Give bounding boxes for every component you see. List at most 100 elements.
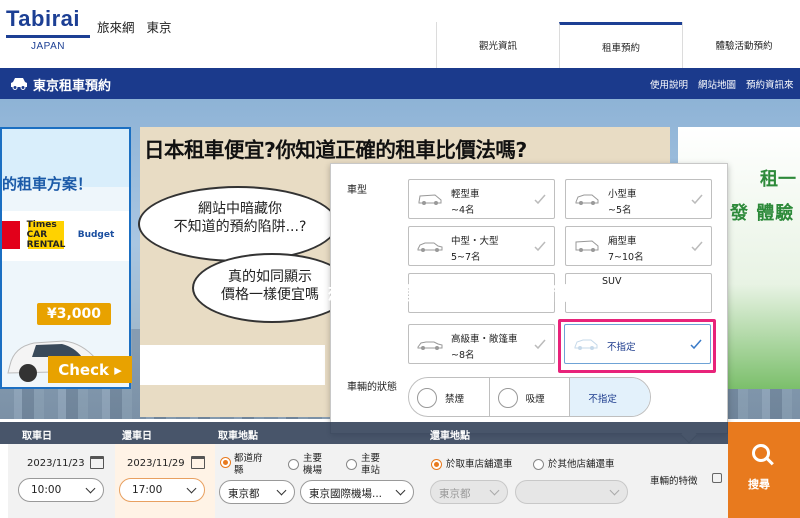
kei-car-icon bbox=[418, 194, 442, 205]
brand-logo-red bbox=[2, 221, 20, 249]
car-option-kei[interactable]: 輕型車 ~4名 bbox=[408, 179, 555, 219]
bubble1-line2: 不知道的預約陷阱...? bbox=[173, 219, 307, 235]
logo-text: Tabirai bbox=[6, 6, 81, 31]
return-location-select[interactable] bbox=[515, 480, 628, 504]
chevron-down-icon bbox=[609, 485, 620, 496]
state-label: 吸煙 bbox=[525, 394, 545, 405]
calendar-icon[interactable] bbox=[191, 456, 205, 469]
recommendation-highlight bbox=[558, 319, 716, 373]
bubble2-line2: 價格一樣便宜嗎 bbox=[221, 287, 319, 303]
calendar-icon[interactable] bbox=[90, 456, 104, 469]
pickup-place-label: 取車地點 bbox=[218, 431, 258, 442]
link-reservation-info[interactable]: 預約資訊來 bbox=[746, 80, 794, 91]
search-button[interactable]: 搜尋 bbox=[728, 422, 800, 518]
prefecture-value: 東京都 bbox=[228, 488, 260, 500]
car-option-capacity: ~5名 bbox=[608, 205, 632, 216]
radio-same-store-return[interactable] bbox=[431, 459, 442, 470]
features-icon bbox=[712, 473, 722, 483]
vehicle-state-label: 車輛的狀態 bbox=[347, 382, 397, 393]
main-nav: 觀光資訊 租車預約 體驗活動預約 bbox=[436, 22, 800, 68]
car-icon bbox=[11, 78, 27, 90]
state-label: 禁煙 bbox=[445, 394, 465, 405]
car-option-name: 中型・大型 bbox=[451, 236, 499, 247]
smoking-icon bbox=[497, 388, 518, 408]
return-prefecture-value: 東京都 bbox=[439, 488, 471, 500]
car-option-midsize[interactable]: 中型・大型 5~7名 bbox=[408, 226, 555, 266]
van-icon bbox=[575, 240, 599, 252]
nav-sightseeing[interactable]: 觀光資訊 bbox=[436, 22, 559, 68]
left-ad-brands: Times CAR RENTAL Budget bbox=[2, 211, 129, 261]
state-smoking[interactable]: 吸煙 bbox=[490, 378, 571, 416]
left-promo-ad[interactable]: 的租車方案！ Times CAR RENTAL Budget ¥3,000 Ch… bbox=[0, 127, 132, 389]
pickup-time-value: 10:00 bbox=[31, 484, 62, 496]
check-icon bbox=[534, 339, 546, 350]
car-option-capacity: ~4名 bbox=[451, 205, 475, 216]
recommendation-text: 想找最便宜方案，建議選「不指定」車型 bbox=[328, 280, 652, 306]
radio-station[interactable] bbox=[346, 459, 357, 470]
region-label: 東京 bbox=[146, 20, 172, 35]
section-bar: 東京租車預約 使用說明 網站地圖 預約資訊來 bbox=[0, 68, 800, 99]
chevron-down-icon bbox=[489, 485, 500, 496]
radio-prefecture[interactable] bbox=[220, 457, 231, 468]
luxury-car-icon bbox=[417, 341, 443, 350]
check-icon bbox=[534, 241, 546, 252]
speech-bubble-text: 真的如同顯示 價格一樣便宜嗎 bbox=[200, 268, 340, 304]
car-option-compact[interactable]: 小型車 ~5名 bbox=[565, 179, 712, 219]
check-button[interactable]: Check ▸ bbox=[48, 356, 132, 383]
page-title[interactable]: 東京租車預約 bbox=[33, 75, 111, 94]
radio-prefecture-label: 都道府縣 bbox=[234, 453, 263, 476]
bubble1-line1: 網站中暗藏你 bbox=[198, 201, 282, 217]
nav-activities[interactable]: 體驗活動預約 bbox=[682, 22, 800, 68]
search-labels: 取車日 還車日 取車地點 還車地點 bbox=[0, 422, 800, 444]
chevron-down-icon bbox=[276, 485, 287, 496]
return-prefecture-select[interactable]: 東京都 bbox=[430, 480, 508, 504]
center-ad-title: 日本租車便宜?你知道正確的租車比價法嗎? bbox=[144, 138, 527, 162]
pickup-date-text[interactable]: 2023/11/23 bbox=[27, 458, 85, 469]
state-non-smoking[interactable]: 禁煙 bbox=[409, 378, 490, 416]
car-option-luxury[interactable]: 高級車・敞篷車 ~8名 bbox=[408, 324, 555, 364]
check-icon bbox=[691, 194, 703, 205]
chevron-down-icon bbox=[395, 485, 406, 496]
sedan-car-icon bbox=[417, 242, 443, 252]
radio-other-store-return[interactable] bbox=[533, 459, 544, 470]
link-sitemap[interactable]: 網站地圖 bbox=[698, 80, 736, 91]
return-date-text[interactable]: 2023/11/29 bbox=[127, 458, 185, 469]
search-icon-handle bbox=[766, 457, 774, 466]
overlay-text-highlight: 「不指定」 bbox=[526, 284, 616, 305]
nav-car-rental[interactable]: 租車預約 bbox=[559, 22, 682, 68]
location-select[interactable]: 東京國際機場... bbox=[300, 480, 414, 504]
top-header: Tabirai JAPAN 旅來網 東京 觀光資訊 租車預約 體驗活動預約 bbox=[0, 0, 800, 68]
return-date-label: 還車日 bbox=[122, 431, 152, 442]
times-logo: Times CAR RENTAL bbox=[26, 220, 66, 250]
radio-airport[interactable] bbox=[288, 459, 299, 470]
bubble2-line1: 真的如同顯示 bbox=[228, 269, 312, 285]
utility-links: 使用說明 網站地圖 預約資訊來 bbox=[650, 77, 800, 91]
prefecture-select[interactable]: 東京都 bbox=[219, 480, 295, 504]
car-option-name: 小型車 bbox=[608, 189, 637, 200]
rental-company-logos bbox=[140, 345, 325, 385]
radio-airport-label: 主要機場 bbox=[303, 453, 323, 476]
right-ad-line1: 租一 bbox=[760, 169, 796, 190]
return-time-value: 17:00 bbox=[132, 484, 163, 496]
site-name: 旅來網 bbox=[97, 20, 135, 35]
radio-station-label: 主要車站 bbox=[361, 453, 381, 476]
logo-sub: JAPAN bbox=[31, 41, 65, 52]
speech-bubble-text: 網站中暗藏你 不知道的預約陷阱...? bbox=[150, 200, 330, 236]
price-tag: ¥3,000 bbox=[37, 303, 111, 325]
check-icon bbox=[691, 241, 703, 252]
no-smoking-icon bbox=[417, 388, 437, 408]
car-option-name: 廂型車 bbox=[608, 236, 637, 247]
logo-underline bbox=[6, 35, 90, 38]
pickup-time-select[interactable]: 10:00 bbox=[18, 478, 104, 502]
vehicle-features-button[interactable]: 車輛的特徵 bbox=[650, 473, 698, 487]
radio-same-store-label: 於取車店舖還車 bbox=[446, 459, 513, 470]
pickup-date-label: 取車日 bbox=[22, 431, 52, 442]
right-ad-line2: 發 體驗 bbox=[730, 203, 795, 224]
link-usage-guide[interactable]: 使用說明 bbox=[650, 80, 688, 91]
state-any[interactable]: 不指定 bbox=[570, 378, 650, 416]
tabirai-logo[interactable]: Tabirai JAPAN bbox=[6, 6, 90, 58]
car-option-van[interactable]: 廂型車 7~10名 bbox=[565, 226, 712, 266]
return-time-select[interactable]: 17:00 bbox=[119, 478, 205, 502]
car-option-capacity: ~8名 bbox=[451, 350, 475, 361]
car-option-capacity: 5~7名 bbox=[451, 252, 481, 263]
